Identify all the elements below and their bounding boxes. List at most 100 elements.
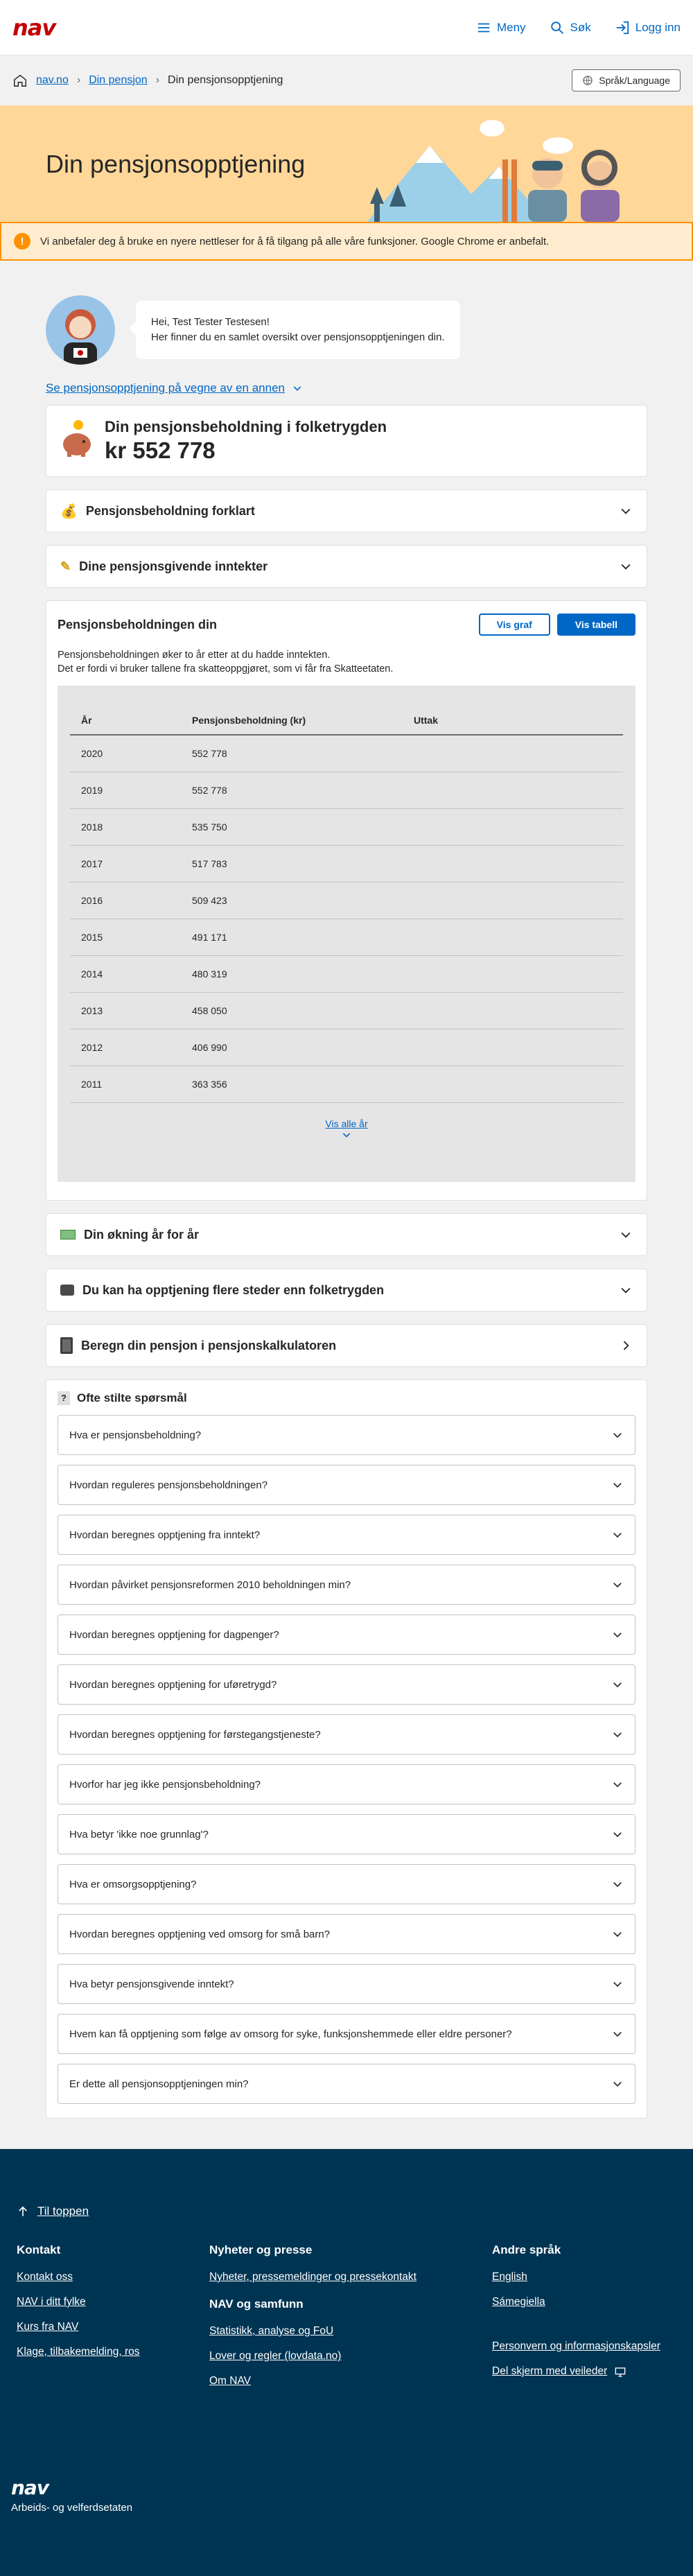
faq-item[interactable]: Er dette all pensjonsopptjeningen min?: [58, 2064, 635, 2104]
faq-item[interactable]: Hvordan påvirket pensjonsreformen 2010 b…: [58, 1565, 635, 1605]
footer-col-nyheter: Nyheter og presse Nyheter, pressemelding…: [209, 2243, 416, 2400]
browser-warning-alert: ! Vi anbefaler deg å bruke en nyere nett…: [0, 222, 693, 261]
beholdning-title: Pensjonsbeholdningen din: [58, 617, 218, 632]
arrow-up-icon: [19, 2206, 27, 2216]
link-label: Beregn din pensjon i pensjonskalkulatore…: [81, 1338, 337, 1352]
footer-link[interactable]: Lover og regler (lovdata.no): [209, 2350, 416, 2362]
column-header-year: År: [70, 706, 181, 736]
faq-item[interactable]: Hva betyr 'ikke noe grunnlag'?: [58, 1814, 635, 1854]
language-label: Språk/Language: [599, 75, 670, 86]
search-button[interactable]: Søk: [550, 20, 591, 35]
show-all-years[interactable]: Vis alle år: [70, 1118, 623, 1142]
chevron-down-icon: [613, 1832, 622, 1838]
footer-link[interactable]: Kurs fra NAV: [17, 2321, 140, 2333]
table-header-row: År Pensjonsbeholdning (kr) Uttak: [70, 706, 623, 736]
footer-link[interactable]: Nyheter, pressemeldinger og pressekontak…: [209, 2271, 416, 2283]
menu-button[interactable]: Meny: [476, 20, 526, 35]
faq-question: Hvem kan få opptjening som følge av omso…: [69, 2028, 512, 2040]
faq-item[interactable]: Hvordan beregnes opptjening for førstega…: [58, 1714, 635, 1755]
nav-logo[interactable]: nav: [12, 15, 56, 41]
faq-item[interactable]: Hva er omsorgsopptjening?: [58, 1864, 635, 1904]
breadcrumb-item-din-pensjon[interactable]: Din pensjon: [89, 74, 148, 87]
language-button[interactable]: Språk/Language: [572, 69, 681, 92]
hero-banner: Din pensjonsopptjening: [0, 105, 693, 222]
chevron-down-icon: [613, 1982, 622, 1987]
show-graph-button[interactable]: Vis graf: [478, 613, 550, 636]
year-cell: 2015: [70, 919, 181, 956]
chevron-down-icon: [613, 1782, 622, 1788]
faq-question: Hvordan reguleres pensjonsbeholdningen?: [69, 1479, 268, 1491]
login-button[interactable]: Logg inn: [615, 20, 681, 35]
faq-item[interactable]: Hvem kan få opptjening som følge av omso…: [58, 2014, 635, 2054]
year-cell: 2017: [70, 845, 181, 882]
faq-item[interactable]: Hvordan beregnes opptjening fra inntekt?: [58, 1515, 635, 1555]
chevron-down-icon: [613, 1732, 622, 1738]
table-row: 2012 406 990: [70, 1029, 623, 1066]
year-cell: 2013: [70, 992, 181, 1029]
footer-link[interactable]: Kontakt oss: [17, 2271, 140, 2283]
faq-item[interactable]: Hva betyr pensjonsgivende inntekt?: [58, 1964, 635, 2004]
search-icon: [550, 21, 563, 34]
to-top-label[interactable]: Til toppen: [37, 2204, 89, 2218]
accordion-label: Dine pensjonsgivende inntekter: [79, 559, 268, 573]
faq-question: Hvordan beregnes opptjening for førstega…: [69, 1728, 321, 1741]
chevron-down-icon: [621, 1232, 631, 1238]
veileder-icon: [64, 309, 97, 365]
question-icon: ?: [58, 1391, 70, 1405]
footer-heading: Nyheter og presse: [209, 2243, 313, 2256]
to-top-link[interactable]: Til toppen: [17, 2204, 89, 2218]
beholdning-cell: 458 050: [181, 992, 403, 1029]
faq-item[interactable]: Hvordan beregnes opptjening for dagpenge…: [58, 1615, 635, 1655]
top-nav: Meny Søk Logg inn: [476, 20, 681, 35]
beholdning-cell: 363 356: [181, 1065, 403, 1103]
footer-org-name: Arbeids- og velferdsetaten: [11, 2502, 133, 2514]
faq-item[interactable]: Hvordan beregnes opptjening for uføretry…: [58, 1664, 635, 1705]
uttak-cell: [403, 845, 623, 882]
faq-item[interactable]: Hva er pensjonsbeholdning?: [58, 1415, 635, 1455]
accordion-pensjonsgivende-inntekter[interactable]: ✎ Dine pensjonsgivende inntekter: [46, 545, 647, 588]
faq-question: Er dette all pensjonsopptjeningen min?: [69, 2078, 249, 2090]
breadcrumb-bar: nav.no › Din pensjon › Din pensjonsopptj…: [0, 55, 693, 105]
footer-logo-block: nav Arbeids- og velferdsetaten: [11, 2476, 132, 2514]
footer-link[interactable]: English: [492, 2271, 660, 2283]
faq-item[interactable]: Hvordan reguleres pensjonsbeholdningen?: [58, 1465, 635, 1505]
footer-link[interactable]: NAV i ditt fylke: [17, 2296, 140, 2308]
faq-title: Ofte stilte spørsmål: [77, 1391, 187, 1404]
link-pensjonskalkulator[interactable]: Beregn din pensjon i pensjonskalkulatore…: [46, 1324, 647, 1367]
breadcrumb-item-nav[interactable]: nav.no: [36, 74, 69, 87]
proxy-link-label[interactable]: Se pensjonsopptjening på vegne av en ann…: [46, 381, 285, 395]
beholdning-desc-2: Det er fordi vi bruker tallene fra skatt…: [58, 663, 394, 675]
footer-link[interactable]: Sámegiella: [492, 2296, 660, 2308]
table-row: 2020 552 778: [70, 735, 623, 772]
chevron-down-icon: [613, 1533, 622, 1538]
pen-icon: ✎: [60, 559, 71, 573]
faq-question: Hva er omsorgsopptjening?: [69, 1878, 197, 1890]
faq-question: Hvordan beregnes opptjening ved omsorg f…: [69, 1928, 331, 1940]
proxy-link[interactable]: Se pensjonsopptjening på vegne av en ann…: [46, 381, 647, 395]
footer-link[interactable]: Personvern og informasjonskapsler: [492, 2340, 660, 2353]
show-table-button[interactable]: Vis tabell: [556, 613, 635, 636]
accordion-flere-steder[interactable]: Du kan ha opptjening flere steder enn fo…: [46, 1269, 647, 1312]
accordion-okning[interactable]: Din økning år for år: [46, 1213, 647, 1256]
footer-link[interactable]: Statistikk, analyse og FoU: [209, 2325, 416, 2338]
uttak-cell: [403, 1065, 623, 1103]
faq-question: Hva er pensjonsbeholdning?: [69, 1429, 202, 1441]
faq-item[interactable]: Hvorfor har jeg ikke pensjonsbeholdning?: [58, 1764, 635, 1804]
faq-list: Hva er pensjonsbeholdning? Hvordan regule…: [58, 1415, 635, 2104]
footer-link[interactable]: Del skjerm med veileder: [492, 2365, 607, 2378]
footer-link[interactable]: Om NAV: [209, 2375, 416, 2387]
hamburger-icon: [477, 23, 490, 32]
table-row: 2017 517 783: [70, 845, 623, 882]
accordion-label: Din økning år for år: [84, 1227, 200, 1242]
login-icon: [616, 21, 629, 34]
beholdning-cell: 509 423: [181, 882, 403, 919]
beholdning-cell: 552 778: [181, 735, 403, 772]
table-row: 2015 491 171: [70, 919, 623, 956]
accordion-beholdning-forklart[interactable]: 💰 Pensjonsbeholdning forklart: [46, 489, 647, 532]
chevron-down-icon: [613, 1483, 622, 1488]
show-all-years-link[interactable]: Vis alle år: [325, 1118, 367, 1129]
faq-item[interactable]: Hvordan beregnes opptjening ved omsorg f…: [58, 1914, 635, 1954]
beholdning-cell: 552 778: [181, 772, 403, 809]
monitor-icon: [615, 2367, 626, 2377]
footer-link[interactable]: Klage, tilbakemelding, ros: [17, 2346, 140, 2358]
